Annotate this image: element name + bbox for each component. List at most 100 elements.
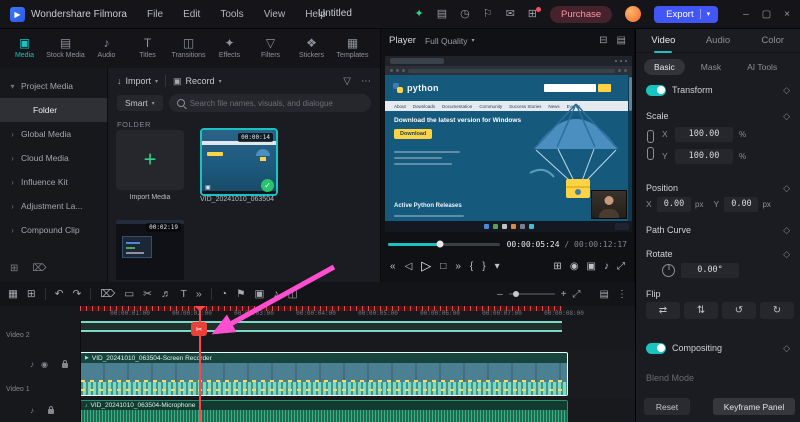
folder-item[interactable]: › Adjustment La...: [0, 194, 107, 218]
media-tab[interactable]: ▤ Stock Media: [45, 28, 86, 68]
record-button[interactable]: ▣ Record ▾: [173, 76, 222, 87]
playback-knob[interactable]: [436, 240, 444, 248]
record-button[interactable]: ▣: [587, 261, 596, 272]
crop-button[interactable]: ▭: [124, 289, 134, 300]
keyframe-diamond-icon[interactable]: ◇: [783, 183, 790, 194]
rotate-input[interactable]: 0.00°: [681, 262, 739, 278]
link-scale-icon[interactable]: [647, 128, 654, 162]
export-button[interactable]: Export ▾: [654, 5, 719, 23]
history-icon[interactable]: ◷: [460, 8, 470, 20]
media-tab[interactable]: ✦ Effects: [209, 28, 250, 68]
maximize-button[interactable]: ▢: [762, 9, 771, 20]
quality-dropdown[interactable]: Full Quality ▾: [425, 36, 475, 46]
redo-button[interactable]: ↷: [73, 289, 82, 300]
delete-button[interactable]: ⌦: [100, 289, 115, 300]
media-thumbnail[interactable]: 00:02:19: [116, 220, 184, 280]
minimize-button[interactable]: –: [743, 9, 749, 20]
feedback-icon[interactable]: ⚐: [483, 8, 493, 20]
more-options-button[interactable]: ▾: [495, 261, 500, 272]
zoom-slider[interactable]: [508, 291, 555, 297]
keyframe-diamond-icon[interactable]: ◇: [783, 343, 790, 354]
search-input[interactable]: [189, 98, 363, 108]
more-tools-button[interactable]: »: [196, 289, 202, 300]
auto-ripple-icon[interactable]: ⊞: [27, 289, 36, 300]
media-tab[interactable]: T Titles: [127, 28, 168, 68]
position-y-input[interactable]: 0.00: [724, 196, 759, 212]
folder-item[interactable]: › Influence Kit: [0, 170, 107, 194]
mark-in-button[interactable]: {: [470, 261, 473, 272]
track-manage-icon[interactable]: ▦: [8, 289, 18, 300]
scale-y-input[interactable]: 100.00: [675, 148, 733, 164]
mark-out-button[interactable]: }: [482, 261, 485, 272]
detach-audio-button[interactable]: ♬: [161, 289, 172, 300]
add-text-button[interactable]: T: [180, 289, 186, 300]
more-icon[interactable]: ⋯: [361, 76, 371, 87]
zoom-out-button[interactable]: –: [497, 289, 503, 300]
playback-slider[interactable]: [388, 240, 500, 248]
import-media-tile[interactable]: +: [116, 130, 184, 190]
compositing-toggle[interactable]: [646, 342, 666, 354]
next-frame-button[interactable]: »: [455, 261, 461, 272]
folder-item[interactable]: › Cloud Media: [0, 146, 107, 170]
keyframe-diamond-icon[interactable]: ◇: [783, 249, 790, 260]
mute-icon[interactable]: ♪: [30, 360, 34, 369]
mute-icon[interactable]: ♪: [30, 406, 34, 415]
properties-tab[interactable]: Color: [745, 35, 800, 46]
timeline-ruler[interactable]: 00:00:01:00 00:00:02:00 00:00:03:00 00:00:0…: [0, 306, 635, 321]
keyframe-diamond-icon[interactable]: ◇: [783, 111, 790, 122]
filter-icon[interactable]: ▽: [343, 76, 351, 87]
resources-icon[interactable]: ▤: [437, 8, 447, 20]
caret-down-icon[interactable]: ▾: [707, 10, 711, 18]
voiceover-button[interactable]: ♪: [273, 289, 278, 300]
folder-item[interactable]: › Compound Clip: [0, 218, 107, 242]
stop-button[interactable]: □: [440, 261, 446, 272]
keyframe-panel-button[interactable]: Keyframe Panel: [713, 398, 795, 415]
mute-button[interactable]: ♪: [604, 261, 609, 272]
rotate-cw-button[interactable]: ↻: [760, 302, 794, 319]
more-icon[interactable]: ⋮: [617, 289, 627, 300]
new-folder-icon[interactable]: ⊞: [10, 263, 18, 274]
properties-subtab[interactable]: AI Tools: [737, 59, 787, 75]
screen-record-button[interactable]: ▣: [254, 289, 264, 300]
undo-button[interactable]: ↶: [55, 289, 64, 300]
snapshot-button[interactable]: ◉: [570, 261, 579, 272]
delete-icon[interactable]: ⌦: [32, 263, 46, 274]
rotate-ccw-button[interactable]: ↺: [722, 302, 756, 319]
keyframe-diamond-icon[interactable]: ◇: [783, 225, 790, 236]
lock-icon[interactable]: [62, 360, 68, 368]
media-tab[interactable]: ♪ Audio: [86, 28, 127, 68]
audio-clip[interactable]: ♪ VID_20241010_063504-Microphone: [80, 400, 568, 422]
split-button[interactable]: ✂: [143, 289, 152, 300]
menu-item[interactable]: Tools: [220, 9, 243, 20]
position-x-input[interactable]: 0.00: [657, 196, 691, 212]
step-back-button[interactable]: ◁: [405, 261, 413, 272]
purchase-button[interactable]: Purchase: [550, 5, 613, 23]
rotate-dial[interactable]: [662, 263, 675, 277]
reset-button[interactable]: Reset: [644, 398, 690, 415]
lock-icon[interactable]: [48, 406, 54, 414]
menu-item[interactable]: File: [147, 9, 163, 20]
smart-filter-dropdown[interactable]: Smart ▾: [117, 95, 163, 111]
properties-subtab[interactable]: Basic: [644, 59, 685, 75]
gift-icon[interactable]: ✦: [414, 8, 423, 20]
media-tab[interactable]: ❖ Stickers: [291, 28, 332, 68]
split-marker-badge[interactable]: ✂: [191, 322, 207, 336]
scopes-icon[interactable]: ▤: [617, 35, 626, 46]
flip-horizontal-button[interactable]: ⇄: [646, 302, 680, 319]
zoom-in-button[interactable]: +: [561, 289, 567, 300]
properties-tab[interactable]: Audio: [691, 35, 746, 46]
media-tab[interactable]: ▦ Templates: [332, 28, 373, 68]
media-tab[interactable]: ◫ Transitions: [168, 28, 209, 68]
speed-button[interactable]: ◔: [221, 289, 227, 300]
play-button[interactable]: ▷: [421, 258, 431, 274]
folder-item[interactable]: ▾ Project Media: [0, 74, 107, 98]
message-icon[interactable]: ✉: [506, 8, 515, 20]
fullscreen-button[interactable]: ⤢: [617, 261, 625, 272]
properties-tab[interactable]: Video: [636, 35, 691, 46]
apps-icon[interactable]: ⊞: [528, 6, 542, 20]
folder-item[interactable]: Folder: [0, 98, 107, 122]
scale-x-input[interactable]: 100.00: [675, 126, 733, 142]
timeline-settings-icon[interactable]: ▤: [600, 289, 609, 300]
user-avatar[interactable]: [625, 6, 642, 22]
video1-clip[interactable]: ▶ VID_20241010_063504-Screen Recorder: [80, 352, 568, 396]
